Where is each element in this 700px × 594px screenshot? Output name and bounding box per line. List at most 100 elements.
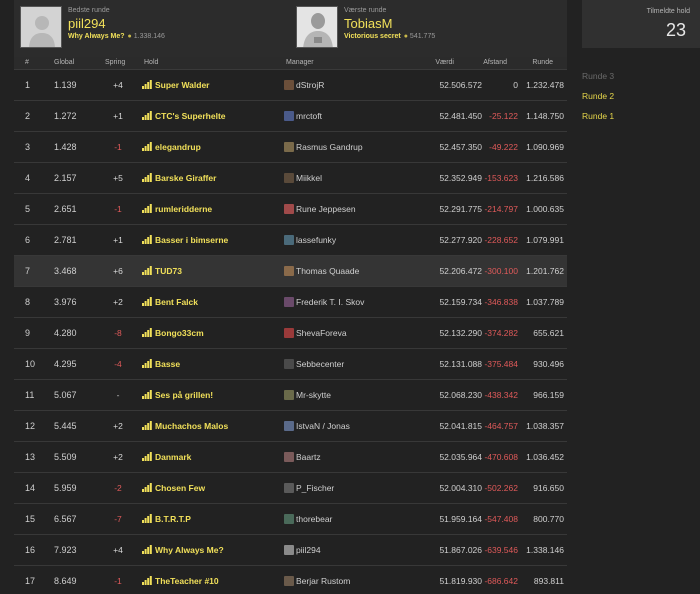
manager-name[interactable]: piil294 xyxy=(296,545,321,555)
column-rank[interactable]: # xyxy=(25,59,29,66)
team-name[interactable]: Bent Falck xyxy=(155,297,198,307)
best-round-team[interactable]: Why Always Me? xyxy=(68,33,125,40)
team-name[interactable]: elegandrup xyxy=(155,142,201,152)
table-row[interactable]: 2 1.272 +1 CTC's Superhelte mrctoft 52.481.45… xyxy=(14,101,567,132)
manager-name[interactable]: Rune Jeppesen xyxy=(296,204,356,214)
team-name[interactable]: Chosen Few xyxy=(155,483,205,493)
team-name[interactable]: Super Walder xyxy=(155,80,209,90)
manager-name[interactable]: Rasmus Gandrup xyxy=(296,142,363,152)
team-name[interactable]: Basser i bimserne xyxy=(155,235,228,245)
table-row[interactable]: 15 6.567 -7 B.T.R.T.P thorebear 51.959.164 -54… xyxy=(14,504,567,535)
team-name[interactable]: Bongo33cm xyxy=(155,328,204,338)
table-row[interactable]: 1 1.139 +4 Super Walder dStrojR 52.506.572 0 1.… xyxy=(14,70,567,101)
team-name[interactable]: Basse xyxy=(155,359,180,369)
column-manager[interactable]: Manager xyxy=(286,59,314,66)
table-row[interactable]: 6 2.781 +1 Basser i bimserne lassefunky 52.27… xyxy=(14,225,567,256)
manager-name[interactable]: Berjar Rustom xyxy=(296,576,350,586)
table-row[interactable]: 10 4.295 -4 Basse Sebbecenter 52.131.088 -375.… xyxy=(14,349,567,380)
table-row[interactable]: 11 5.067 - Ses på grillen! Mr-skytte 52.068.2… xyxy=(14,380,567,411)
team-cell[interactable]: TUD73 xyxy=(142,266,182,277)
manager-name[interactable]: Baartz xyxy=(296,452,321,462)
manager-name[interactable]: Sebbecenter xyxy=(296,359,344,369)
manager-name[interactable]: P_Fischer xyxy=(296,483,334,493)
team-cell[interactable]: Bent Falck xyxy=(142,297,198,308)
manager-name[interactable]: ShevaForeva xyxy=(296,328,347,338)
best-round-card[interactable]: Bedste runde piil294 Why Always Me? ● 1.33… xyxy=(20,6,290,50)
manager-cell[interactable]: Sebbecenter xyxy=(284,359,344,370)
manager-cell[interactable]: Baartz xyxy=(284,452,321,463)
team-cell[interactable]: TheTeacher #10 xyxy=(142,576,219,587)
table-row[interactable]: 13 5.509 +2 Danmark Baartz 52.035.964 -470.608… xyxy=(14,442,567,473)
manager-cell[interactable]: dStrojR xyxy=(284,80,324,91)
column-round[interactable]: Runde xyxy=(532,59,553,66)
manager-cell[interactable]: thorebear xyxy=(284,514,332,525)
manager-cell[interactable]: Mr-skytte xyxy=(284,390,331,401)
manager-name[interactable]: Miikkel xyxy=(296,173,322,183)
manager-cell[interactable]: piil294 xyxy=(284,545,321,556)
column-spring[interactable]: Spring xyxy=(105,59,125,66)
manager-name[interactable]: Mr-skytte xyxy=(296,390,331,400)
team-name[interactable]: rumleridderne xyxy=(155,204,212,214)
manager-name[interactable]: dStrojR xyxy=(296,80,324,90)
column-global[interactable]: Global xyxy=(54,59,74,66)
manager-cell[interactable]: ShevaForeva xyxy=(284,328,347,339)
manager-cell[interactable]: mrctoft xyxy=(284,111,322,122)
team-cell[interactable]: Muchachos Malos xyxy=(142,421,228,432)
manager-name[interactable]: IstvaN / Jonas xyxy=(296,421,350,431)
manager-name[interactable]: Thomas Quaade xyxy=(296,266,359,276)
team-cell[interactable]: Ses på grillen! xyxy=(142,390,213,401)
team-cell[interactable]: Super Walder xyxy=(142,80,209,91)
worst-round-card[interactable]: Værste runde TobiasM Victorious secret ● 5… xyxy=(296,6,567,50)
team-name[interactable]: Ses på grillen! xyxy=(155,390,213,400)
table-row[interactable]: 3 1.428 -1 elegandrup Rasmus Gandrup 52.457.3… xyxy=(14,132,567,163)
round-item-1[interactable]: Runde 1 xyxy=(582,106,614,126)
table-row[interactable]: 14 5.959 -2 Chosen Few P_Fischer 52.004.310 -5… xyxy=(14,473,567,504)
team-name[interactable]: CTC's Superhelte xyxy=(155,111,226,121)
manager-cell[interactable]: Rune Jeppesen xyxy=(284,204,356,215)
team-cell[interactable]: B.T.R.T.P xyxy=(142,514,191,525)
column-gap[interactable]: Afstand xyxy=(483,59,507,66)
team-cell[interactable]: Bongo33cm xyxy=(142,328,204,339)
column-team[interactable]: Hold xyxy=(144,59,158,66)
manager-cell[interactable]: Rasmus Gandrup xyxy=(284,142,363,153)
table-row[interactable]: 5 2.651 -1 rumleridderne Rune Jeppesen 52.291… xyxy=(14,194,567,225)
team-name[interactable]: B.T.R.T.P xyxy=(155,514,191,524)
manager-cell[interactable]: Frederik T. I. Skov xyxy=(284,297,364,308)
team-cell[interactable]: elegandrup xyxy=(142,142,201,153)
manager-name[interactable]: Frederik T. I. Skov xyxy=(296,297,364,307)
team-name[interactable]: Muchachos Malos xyxy=(155,421,228,431)
table-row[interactable]: 9 4.280 -8 Bongo33cm ShevaForeva 52.132.290 -3… xyxy=(14,318,567,349)
team-name[interactable]: TheTeacher #10 xyxy=(155,576,219,586)
team-cell[interactable]: Danmark xyxy=(142,452,191,463)
manager-name[interactable]: lassefunky xyxy=(296,235,336,245)
team-cell[interactable]: Barske Giraffer xyxy=(142,173,216,184)
manager-cell[interactable]: IstvaN / Jonas xyxy=(284,421,350,432)
table-row[interactable]: 7 3.468 +6 TUD73 Thomas Quaade 52.206.472 -300… xyxy=(14,256,567,287)
best-round-name[interactable]: piil294 xyxy=(68,16,165,32)
team-cell[interactable]: rumleridderne xyxy=(142,204,212,215)
table-row[interactable]: 8 3.976 +2 Bent Falck Frederik T. I. Skov 52.… xyxy=(14,287,567,318)
manager-name[interactable]: mrctoft xyxy=(296,111,322,121)
manager-cell[interactable]: lassefunky xyxy=(284,235,336,246)
table-row[interactable]: 4 2.157 +5 Barske Giraffer Miikkel 52.352.949… xyxy=(14,163,567,194)
team-cell[interactable]: Basse xyxy=(142,359,180,370)
team-cell[interactable]: Basser i bimserne xyxy=(142,235,228,246)
manager-cell[interactable]: P_Fischer xyxy=(284,483,334,494)
manager-cell[interactable]: Berjar Rustom xyxy=(284,576,350,587)
table-row[interactable]: 17 8.649 -1 TheTeacher #10 Berjar Rustom 51.8… xyxy=(14,566,567,594)
column-value[interactable]: Værdi xyxy=(435,59,454,66)
team-cell[interactable]: CTC's Superhelte xyxy=(142,111,226,122)
round-item-2[interactable]: Runde 2 xyxy=(582,86,614,106)
team-cell[interactable]: Chosen Few xyxy=(142,483,205,494)
team-name[interactable]: Barske Giraffer xyxy=(155,173,216,183)
worst-round-team[interactable]: Victorious secret xyxy=(344,33,401,40)
worst-round-name[interactable]: TobiasM xyxy=(344,16,435,32)
manager-name[interactable]: thorebear xyxy=(296,514,332,524)
table-row[interactable]: 12 5.445 +2 Muchachos Malos IstvaN / Jonas 52… xyxy=(14,411,567,442)
team-name[interactable]: Danmark xyxy=(155,452,191,462)
manager-cell[interactable]: Miikkel xyxy=(284,173,322,184)
team-name[interactable]: TUD73 xyxy=(155,266,182,276)
round-item-3[interactable]: Runde 3 xyxy=(582,66,614,86)
table-row[interactable]: 16 7.923 +4 Why Always Me? piil294 51.867.026… xyxy=(14,535,567,566)
team-cell[interactable]: Why Always Me? xyxy=(142,545,224,556)
